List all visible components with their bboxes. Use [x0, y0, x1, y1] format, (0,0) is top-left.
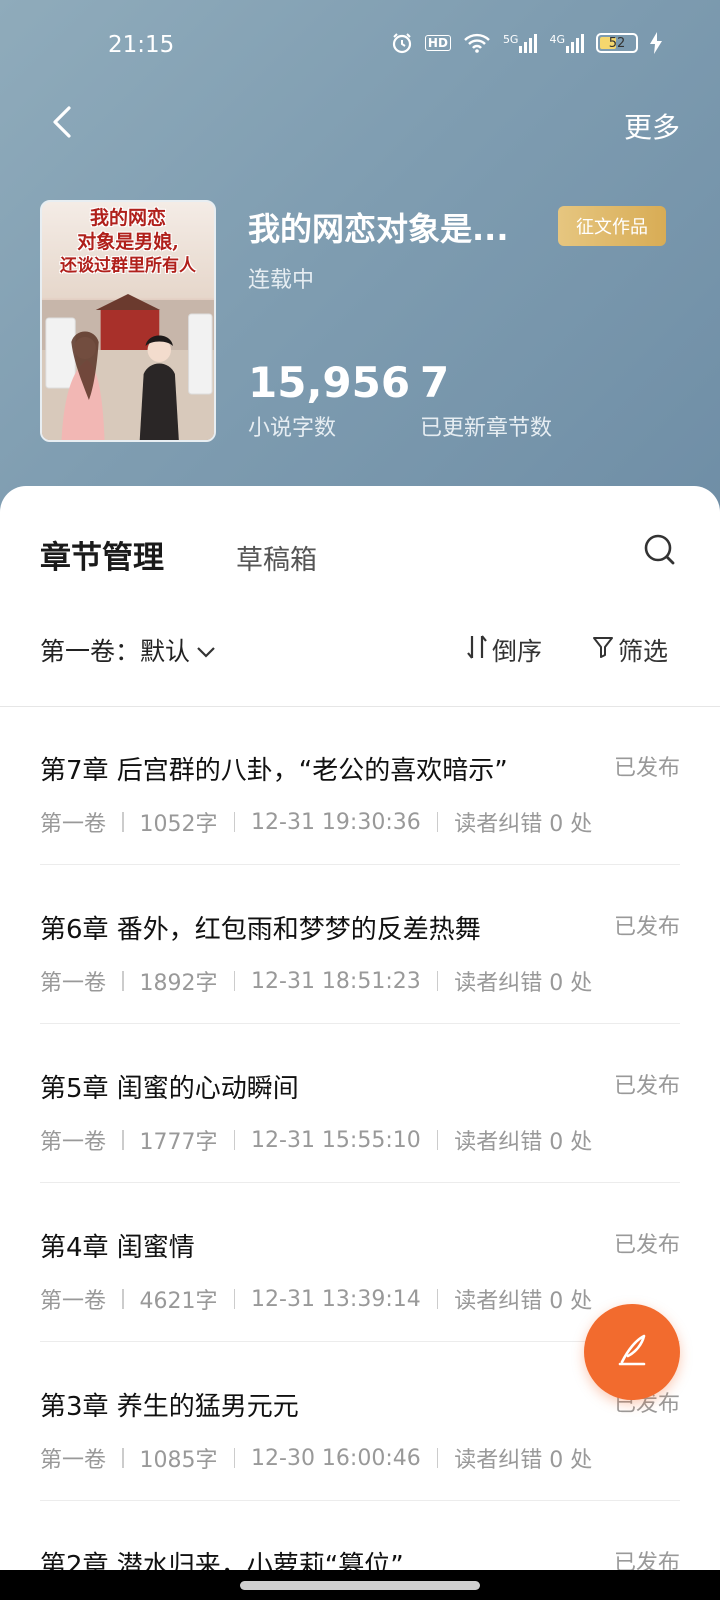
search-button[interactable]: [642, 532, 682, 572]
chapter-title: 第3章 养生的猛男元元: [40, 1392, 299, 1422]
chapter-count-label: 已更新章节数: [420, 416, 553, 441]
meta-separator: [436, 971, 439, 991]
sort-button[interactable]: 倒序: [466, 632, 542, 668]
meta-separator: [233, 1130, 236, 1150]
signal-4g-icon: 4G: [549, 33, 584, 53]
wifi-icon: [463, 33, 491, 53]
chapter-words: 1052字: [139, 812, 218, 837]
chevron-left-icon: [51, 105, 73, 143]
chapter-title: 第4章 闺蜜情: [40, 1233, 195, 1263]
write-chapter-button[interactable]: [584, 1304, 680, 1400]
status-time: 21:15: [108, 32, 175, 58]
battery-level: 52: [608, 35, 626, 51]
chapter-item[interactable]: 第5章 闺蜜的心动瞬间 已发布 第一卷 1777字 12-31 15:55:10…: [0, 1024, 720, 1183]
chapter-time: 12-31 15:55:10: [251, 1127, 421, 1153]
chapter-title: 第5章 闺蜜的心动瞬间: [40, 1074, 299, 1104]
word-count-value: 15,956: [248, 358, 411, 407]
meta-separator: [436, 1289, 439, 1309]
chapter-meta: 第一卷 1777字 12-31 15:55:10 读者纠错 0 处: [40, 1124, 592, 1156]
chapter-item[interactable]: 第7章 后宫群的八卦，“老公的喜欢暗示” 已发布 第一卷 1052字 12-31…: [0, 706, 720, 865]
chapter-words: 4621字: [139, 1289, 218, 1314]
cover-title-line: 对象是男娘,: [77, 231, 179, 253]
chapter-status: 已发布: [613, 1074, 680, 1099]
hd-icon: HD: [424, 35, 451, 51]
alarm-icon: [391, 32, 413, 54]
chevron-down-icon: [196, 636, 216, 665]
meta-separator: [436, 812, 439, 832]
meta-separator: [122, 1289, 124, 1309]
chapter-meta: 第一卷 4621字 12-31 13:39:14 读者纠错 0 处: [40, 1283, 592, 1315]
meta-separator: [436, 1448, 439, 1468]
chapter-volume: 第一卷: [40, 1130, 107, 1155]
chapter-volume: 第一卷: [40, 971, 107, 996]
chapter-time: 12-30 16:00:46: [251, 1445, 421, 1471]
filter-button[interactable]: 筛选: [592, 632, 668, 668]
status-icons: HD 5G 4G 52: [391, 32, 662, 54]
meta-separator: [122, 1448, 124, 1468]
chapter-list: 第7章 后宫群的八卦，“老公的喜欢暗示” 已发布 第一卷 1052字 12-31…: [0, 706, 720, 1600]
chapter-words: 1085字: [139, 1448, 218, 1473]
filter-label: 筛选: [618, 637, 669, 666]
chapter-volume: 第一卷: [40, 812, 107, 837]
battery-icon: 52: [596, 33, 638, 53]
back-button[interactable]: [40, 102, 84, 146]
book-title: 我的网恋对象是...: [248, 210, 509, 248]
chapter-meta: 第一卷 1892字 12-31 18:51:23 读者纠错 0 处: [40, 965, 592, 997]
chapter-meta: 第一卷 1085字 12-30 16:00:46 读者纠错 0 处: [40, 1442, 592, 1474]
chapter-words: 1777字: [139, 1130, 218, 1155]
filter-icon: [592, 635, 614, 665]
meta-separator: [233, 812, 236, 832]
cover-title-line: 我的网恋: [89, 207, 166, 229]
book-status: 连载中: [248, 268, 315, 293]
meta-separator: [122, 971, 124, 991]
chapter-time: 12-31 19:30:36: [251, 809, 421, 835]
volume-label: 第一卷：默认: [40, 637, 191, 666]
contest-badge: 征文作品: [558, 206, 666, 246]
search-icon: [642, 534, 678, 572]
cover-title: 我的网恋 对象是男娘, 还谈过群里所有人: [42, 206, 214, 278]
signal-5g-icon: 5G: [503, 33, 538, 53]
sort-icon: [466, 634, 488, 666]
status-bar: 21:15 HD 5G 4G 52: [0, 0, 720, 96]
signal-4g-label: 4G: [549, 33, 565, 46]
home-indicator[interactable]: [240, 1581, 480, 1590]
signal-5g-label: 5G: [502, 33, 519, 46]
charging-icon: [650, 32, 662, 54]
book-cover[interactable]: 我的网恋 对象是男娘, 还谈过群里所有人: [40, 200, 216, 442]
chapter-status: 已发布: [613, 915, 680, 940]
chapter-volume: 第一卷: [40, 1448, 107, 1473]
meta-separator: [122, 1130, 124, 1150]
chapter-time: 12-31 13:39:14: [251, 1286, 421, 1312]
cover-illustration: [42, 294, 214, 440]
meta-separator: [122, 812, 124, 832]
quill-icon: [610, 1328, 654, 1376]
meta-separator: [233, 1289, 236, 1309]
chapter-volume: 第一卷: [40, 1289, 107, 1314]
chapter-corrections: 读者纠错 0 处: [454, 812, 593, 837]
chapter-item[interactable]: 第6章 番外，红包雨和梦梦的反差热舞 已发布 第一卷 1892字 12-31 1…: [0, 865, 720, 1024]
meta-separator: [436, 1130, 439, 1150]
cover-title-line: 还谈过群里所有人: [60, 256, 196, 276]
chapter-corrections: 读者纠错 0 处: [454, 1130, 593, 1155]
chapter-corrections: 读者纠错 0 处: [454, 1448, 593, 1473]
volume-selector[interactable]: 第一卷：默认: [40, 632, 216, 668]
chapter-title: 第6章 番外，红包雨和梦梦的反差热舞: [40, 915, 481, 945]
chapter-corrections: 读者纠错 0 处: [454, 1289, 593, 1314]
tab-drafts[interactable]: 草稿箱: [236, 538, 317, 577]
word-count-label: 小说字数: [248, 416, 337, 441]
chapter-corrections: 读者纠错 0 处: [454, 971, 593, 996]
meta-separator: [233, 1448, 236, 1468]
chapter-meta: 第一卷 1052字 12-31 19:30:36 读者纠错 0 处: [40, 806, 592, 838]
chapter-status: 已发布: [613, 1233, 680, 1258]
chapter-status: 已发布: [613, 756, 680, 781]
meta-separator: [233, 971, 236, 991]
chapter-time: 12-31 18:51:23: [251, 968, 421, 994]
sort-label: 倒序: [492, 637, 543, 666]
tab-chapter-management[interactable]: 章节管理: [40, 532, 164, 577]
chapter-count-value: 7: [420, 358, 450, 407]
more-button[interactable]: 更多: [624, 106, 680, 146]
chapter-title: 第7章 后宫群的八卦，“老公的喜欢暗示”: [40, 756, 508, 786]
chapter-words: 1892字: [139, 971, 218, 996]
